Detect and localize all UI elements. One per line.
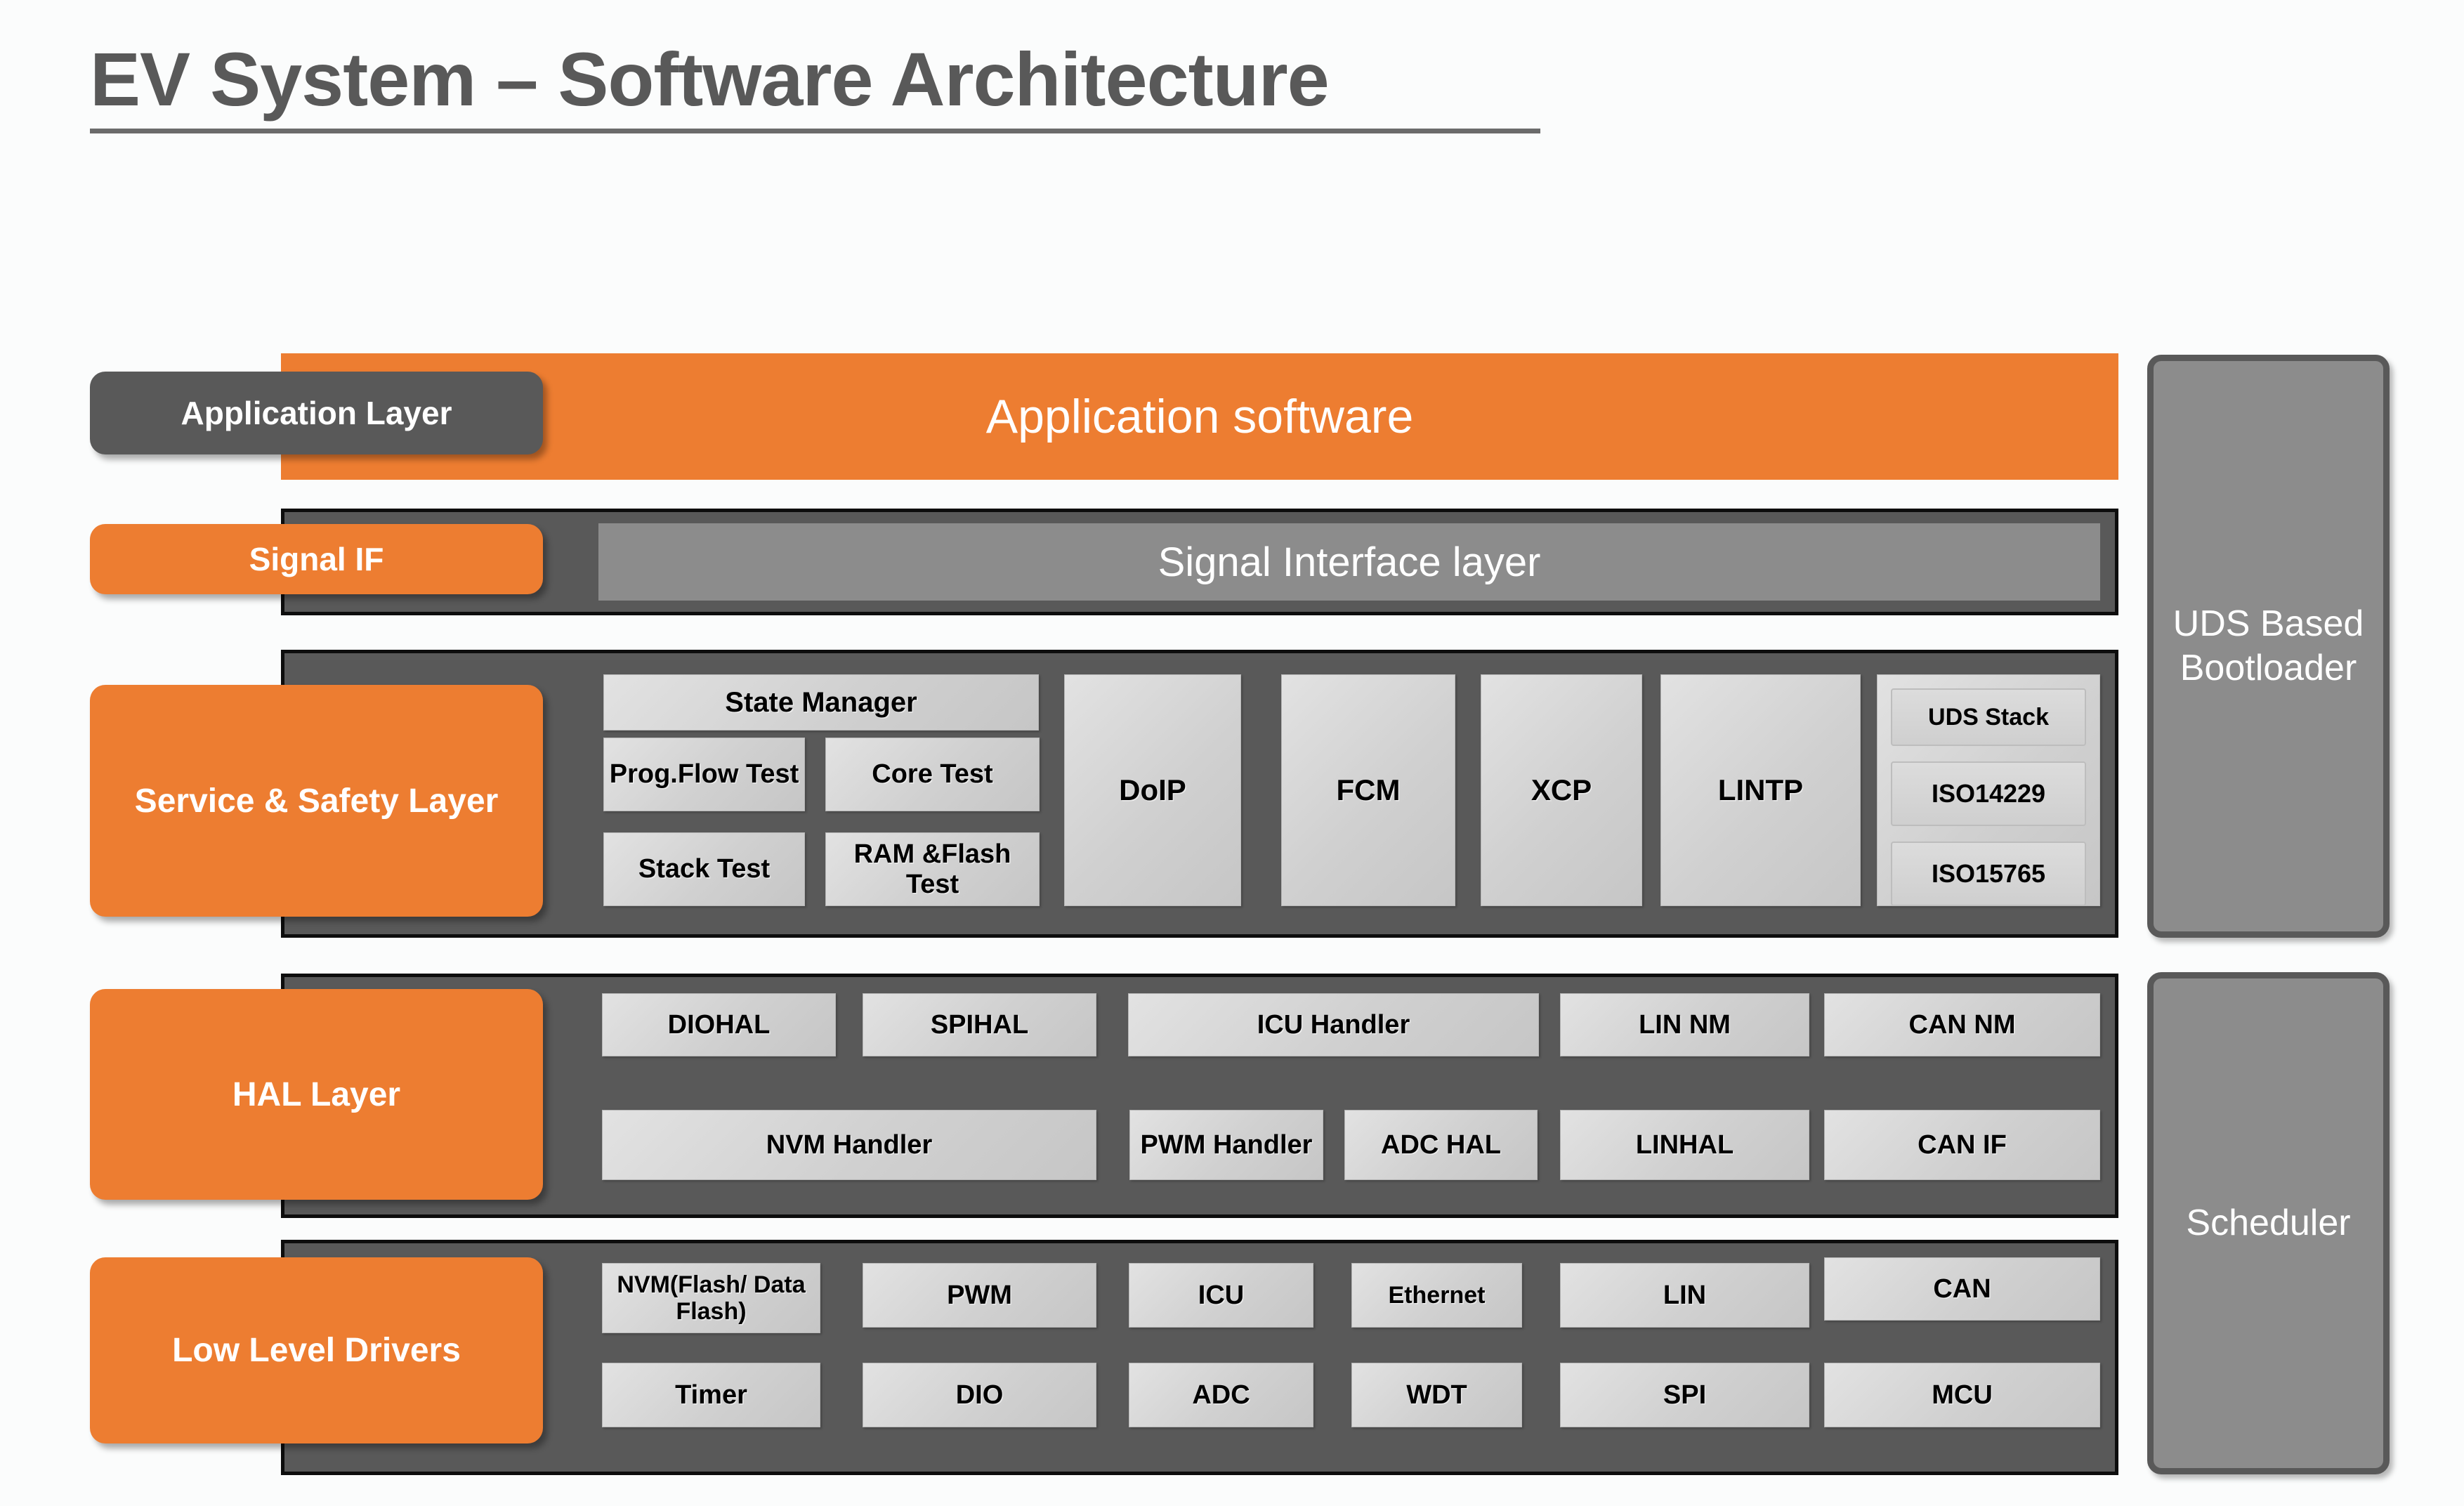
module-spihal-label: SPIHAL (930, 1009, 1029, 1040)
module-lin-label: LIN (1663, 1280, 1707, 1310)
module-dio[interactable]: DIO (863, 1363, 1096, 1427)
panel-uds-bootloader[interactable]: UDS Based Bootloader (2147, 355, 2390, 938)
module-wdt[interactable]: WDT (1351, 1363, 1522, 1427)
module-spihal[interactable]: SPIHAL (863, 993, 1096, 1056)
module-doip-label: DoIP (1119, 773, 1186, 807)
module-doip[interactable]: DoIP (1064, 674, 1241, 906)
module-diohal[interactable]: DIOHAL (602, 993, 836, 1056)
module-stack-test[interactable]: Stack Test (603, 832, 805, 906)
module-pwm-label: PWM (947, 1280, 1012, 1310)
module-iso15765-label: ISO15765 (1931, 859, 2046, 888)
layer-tag-low-level-drivers-label: Low Level Drivers (172, 1332, 461, 1369)
module-pwm-handler[interactable]: PWM Handler (1129, 1110, 1323, 1180)
layer-tag-signal-if-label: Signal IF (249, 541, 384, 577)
module-diohal-label: DIOHAL (667, 1009, 771, 1040)
module-pwm[interactable]: PWM (863, 1263, 1096, 1328)
module-ethernet-label: Ethernet (1388, 1281, 1486, 1309)
module-state-manager[interactable]: State Manager (603, 674, 1039, 731)
module-can-nm-label: CAN NM (1908, 1009, 2016, 1040)
layer-tag-application-label: Application Layer (181, 395, 452, 431)
layer-tag-hal[interactable]: HAL Layer (90, 989, 543, 1200)
panel-scheduler-label: Scheduler (2186, 1202, 2351, 1243)
module-iso14229-label: ISO14229 (1931, 779, 2046, 808)
module-fcm[interactable]: FCM (1281, 674, 1455, 906)
module-core-test[interactable]: Core Test (825, 738, 1040, 811)
module-adc-label: ADC (1192, 1380, 1250, 1410)
module-xcp[interactable]: XCP (1481, 674, 1642, 906)
module-lin[interactable]: LIN (1560, 1263, 1809, 1328)
module-can-if-label: CAN IF (1918, 1130, 2007, 1160)
module-uds-stack-label: UDS Stack (1928, 703, 2049, 731)
module-lintp-label: LINTP (1717, 773, 1804, 807)
module-icu-label: ICU (1198, 1280, 1245, 1310)
module-stack-test-label: Stack Test (638, 854, 771, 884)
module-icu-handler[interactable]: ICU Handler (1128, 993, 1539, 1056)
layer-tag-service-safety-label: Service & Safety Layer (134, 782, 499, 820)
module-can-if[interactable]: CAN IF (1824, 1110, 2100, 1180)
layer-tag-low-level-drivers[interactable]: Low Level Drivers (90, 1257, 543, 1443)
module-xcp-label: XCP (1531, 773, 1592, 807)
module-lin-nm-label: LIN NM (1639, 1009, 1731, 1040)
module-timer[interactable]: Timer (602, 1363, 820, 1427)
application-software-label: Application software (985, 390, 1414, 443)
module-dio-label: DIO (955, 1380, 1004, 1410)
architecture-diagram: Application software Application Layer S… (0, 0, 2464, 1506)
module-icu-handler-label: ICU Handler (1257, 1009, 1410, 1040)
module-core-test-label: Core Test (872, 759, 993, 790)
module-nvm-flash[interactable]: NVM(Flash/ Data Flash) (602, 1263, 820, 1333)
module-mcu[interactable]: MCU (1824, 1363, 2100, 1427)
panel-scheduler[interactable]: Scheduler (2147, 972, 2390, 1474)
module-nvm-flash-label: NVM(Flash/ Data Flash) (617, 1271, 806, 1325)
module-ram-flash-test-label: RAM &Flash Test (853, 839, 1011, 899)
module-timer-label: Timer (675, 1380, 747, 1410)
module-adc[interactable]: ADC (1129, 1363, 1313, 1427)
module-adc-hal-label: ADC HAL (1381, 1130, 1501, 1160)
module-prog-flow-test[interactable]: Prog.Flow Test (603, 738, 805, 811)
module-fcm-label: FCM (1336, 773, 1401, 807)
module-spi[interactable]: SPI (1560, 1363, 1809, 1427)
module-can-label: CAN (1933, 1273, 1991, 1304)
module-linhal-label: LINHAL (1635, 1130, 1734, 1160)
module-lin-nm[interactable]: LIN NM (1560, 993, 1809, 1056)
module-uds-stack[interactable]: UDS Stack (1891, 688, 2086, 746)
module-spi-label: SPI (1663, 1380, 1707, 1410)
module-iso15765[interactable]: ISO15765 (1891, 842, 2086, 906)
layer-tag-signal-if[interactable]: Signal IF (90, 524, 543, 594)
layer-tag-service-safety[interactable]: Service & Safety Layer (90, 685, 543, 917)
module-linhal[interactable]: LINHAL (1560, 1110, 1809, 1180)
panel-uds-bootloader-label: UDS Based Bootloader (2173, 603, 2364, 688)
module-state-manager-label: State Manager (725, 686, 917, 718)
module-ram-flash-test[interactable]: RAM &Flash Test (825, 832, 1040, 906)
module-can[interactable]: CAN (1824, 1257, 2100, 1321)
module-prog-flow-test-label: Prog.Flow Test (609, 759, 799, 790)
module-wdt-label: WDT (1406, 1380, 1467, 1410)
module-ethernet[interactable]: Ethernet (1351, 1263, 1522, 1328)
layer-tag-hal-label: HAL Layer (232, 1075, 401, 1113)
module-iso14229[interactable]: ISO14229 (1891, 761, 2086, 826)
module-nvm-handler[interactable]: NVM Handler (602, 1110, 1096, 1180)
application-software-bar: Application software (281, 353, 2118, 480)
module-icu[interactable]: ICU (1129, 1263, 1313, 1328)
signal-interface-layer-bar: Signal Interface layer (598, 523, 2100, 601)
module-nvm-handler-label: NVM Handler (766, 1130, 933, 1160)
module-mcu-label: MCU (1932, 1380, 1993, 1410)
module-adc-hal[interactable]: ADC HAL (1344, 1110, 1538, 1180)
layer-tag-application[interactable]: Application Layer (90, 372, 543, 454)
module-pwm-handler-label: PWM Handler (1140, 1130, 1313, 1160)
signal-interface-layer-label: Signal Interface layer (1158, 539, 1541, 585)
module-lintp[interactable]: LINTP (1660, 674, 1861, 906)
module-can-nm[interactable]: CAN NM (1824, 993, 2100, 1056)
